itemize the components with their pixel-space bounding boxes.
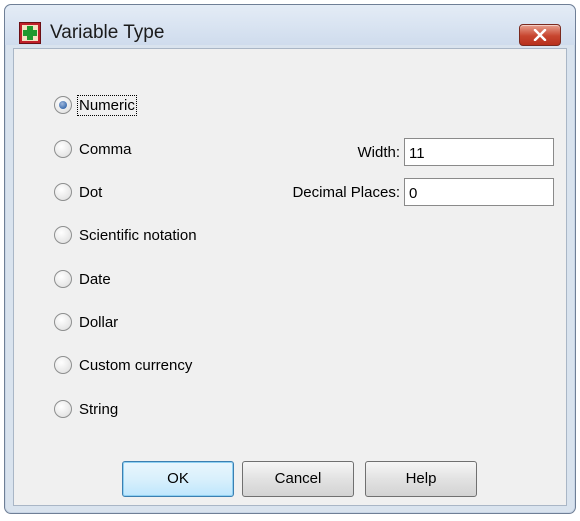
width-field[interactable]: 11 — [404, 138, 554, 166]
close-icon — [533, 29, 547, 41]
radio-dollar[interactable]: Dollar — [54, 310, 118, 334]
radio-label-numeric: Numeric — [77, 94, 137, 116]
radio-button[interactable] — [54, 313, 72, 331]
radio-date[interactable]: Date — [54, 267, 111, 291]
width-label: Width: — [357, 144, 400, 161]
radio-button-selected[interactable] — [54, 96, 72, 114]
radio-custom-currency[interactable]: Custom currency — [54, 353, 192, 377]
radio-label-dot: Dot — [79, 183, 103, 201]
radio-label-comma: Comma — [79, 140, 132, 158]
cancel-button[interactable]: Cancel — [242, 461, 354, 497]
radio-button[interactable] — [54, 183, 72, 201]
radio-string[interactable]: String — [54, 397, 118, 421]
radio-button[interactable] — [54, 140, 72, 158]
decimal-places-field[interactable]: 0 — [404, 178, 554, 206]
radio-button[interactable] — [54, 400, 72, 418]
radio-scientific-notation[interactable]: Scientific notation — [54, 223, 197, 247]
radio-label-custom-currency: Custom currency — [79, 356, 193, 374]
title-bar[interactable]: Variable Type — [5, 5, 575, 46]
spss-variable-grid-icon — [19, 22, 41, 44]
close-button[interactable] — [519, 24, 561, 46]
ok-button[interactable]: OK — [122, 461, 234, 497]
radio-numeric[interactable]: Numeric — [54, 93, 137, 117]
radio-button[interactable] — [54, 356, 72, 374]
radio-button[interactable] — [54, 226, 72, 244]
variable-type-dialog: Variable Type Numeric Comma Dot Scientif… — [4, 4, 576, 514]
help-button[interactable]: Help — [365, 461, 477, 497]
radio-label-dollar: Dollar — [79, 313, 119, 331]
decimal-places-label: Decimal Places: — [292, 184, 400, 201]
radio-dot[interactable]: Dot — [54, 180, 102, 204]
radio-button[interactable] — [54, 270, 72, 288]
dialog-title: Variable Type — [50, 22, 165, 43]
radio-label-scientific-notation: Scientific notation — [79, 226, 197, 244]
radio-label-date: Date — [79, 270, 111, 288]
dialog-body: Numeric Comma Dot Scientific notation Da… — [13, 48, 567, 506]
radio-label-string: String — [79, 400, 119, 418]
radio-comma[interactable]: Comma — [54, 137, 132, 161]
